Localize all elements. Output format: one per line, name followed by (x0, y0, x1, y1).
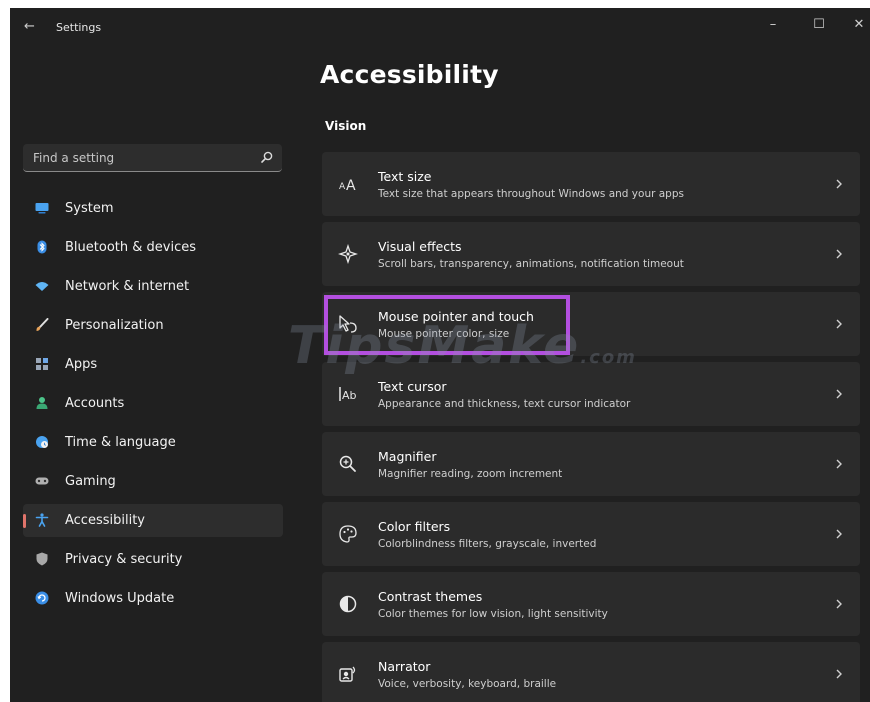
sidebar-item-privacy[interactable]: Privacy & security (23, 543, 283, 576)
palette-icon (339, 525, 357, 543)
close-button[interactable]: ✕ (844, 14, 870, 36)
card-description: Text size that appears throughout Window… (378, 188, 684, 200)
page-title: Accessibility (320, 60, 499, 89)
search-box[interactable] (23, 144, 282, 172)
sidebar-item-label: Network & internet (65, 279, 190, 294)
card-magnifier[interactable]: Magnifier Magnifier reading, zoom increm… (322, 432, 860, 496)
search-icon[interactable] (260, 150, 274, 164)
sidebar-item-gaming[interactable]: Gaming (23, 465, 283, 498)
magnifier-icon (339, 455, 356, 472)
active-indicator (23, 514, 26, 528)
card-description: Color themes for low vision, light sensi… (378, 608, 608, 620)
bluetooth-icon (37, 240, 47, 254)
chevron-right-icon (836, 459, 842, 469)
settings-list: A A Text size Text size that appears thr… (322, 152, 860, 702)
sidebar-item-label: System (65, 201, 114, 216)
monitor-icon (35, 203, 49, 214)
sidebar-item-label: Time & language (65, 435, 176, 450)
gamepad-icon (35, 477, 49, 485)
card-title: Contrast themes (378, 589, 483, 604)
card-text-cursor[interactable]: Ab Text cursor Appearance and thickness,… (322, 362, 860, 426)
contrast-icon (339, 595, 357, 613)
settings-window: ← Settings – ☐ ✕ System Bluetooth & devi… (10, 8, 870, 702)
card-narrator[interactable]: Narrator Voice, verbosity, keyboard, bra… (322, 642, 860, 702)
card-description: Mouse pointer color, size (378, 328, 510, 340)
card-description: Appearance and thickness, text cursor in… (378, 398, 631, 410)
app-title: Settings (56, 21, 102, 34)
sidebar-item-accounts[interactable]: Accounts (23, 387, 283, 420)
title-bar: ← Settings – ☐ ✕ (10, 8, 870, 48)
chevron-right-icon (836, 389, 842, 399)
sidebar-item-personalization[interactable]: Personalization (23, 309, 283, 342)
search-input[interactable] (33, 150, 243, 166)
card-description: Colorblindness filters, grayscale, inver… (378, 538, 597, 550)
card-title: Text cursor (378, 379, 447, 394)
sidebar-nav: System Bluetooth & devices Network & int… (23, 192, 283, 621)
card-description: Voice, verbosity, keyboard, braille (378, 678, 557, 690)
text-size-icon: A A (339, 178, 356, 194)
accessibility-icon (35, 513, 49, 527)
sidebar-item-label: Privacy & security (65, 552, 183, 567)
sidebar-item-label: Bluetooth & devices (65, 240, 196, 255)
sidebar-item-network[interactable]: Network & internet (23, 270, 283, 303)
card-title: Color filters (378, 519, 451, 534)
update-icon (35, 591, 49, 605)
card-text-size[interactable]: A A Text size Text size that appears thr… (322, 152, 860, 216)
shield-icon (36, 552, 48, 566)
card-color-filters[interactable]: Color filters Colorblindness filters, gr… (322, 502, 860, 566)
sidebar-item-label: Windows Update (65, 591, 175, 606)
chevron-right-icon (836, 529, 842, 539)
sidebar-item-time-language[interactable]: Time & language (23, 426, 283, 459)
sidebar-item-windows-update[interactable]: Windows Update (23, 582, 283, 615)
sidebar-item-accessibility[interactable]: Accessibility (23, 504, 283, 537)
sidebar-item-label: Personalization (65, 318, 164, 333)
maximize-button[interactable]: ☐ (804, 14, 834, 36)
card-mouse-pointer-touch[interactable]: Mouse pointer and touch Mouse pointer co… (322, 292, 860, 356)
apps-icon (36, 358, 48, 370)
globe-clock-icon (36, 436, 48, 448)
pointer-touch-icon (339, 315, 357, 333)
card-description: Magnifier reading, zoom increment (378, 468, 563, 480)
wifi-icon (35, 282, 49, 291)
svg-text:A: A (339, 182, 346, 192)
svg-text:A: A (346, 178, 356, 194)
card-title: Magnifier (378, 449, 437, 464)
card-title: Narrator (378, 659, 431, 674)
minimize-button[interactable]: – (758, 14, 788, 36)
back-arrow-icon[interactable]: ← (24, 20, 38, 34)
person-icon (36, 397, 48, 409)
sidebar-item-bluetooth[interactable]: Bluetooth & devices (23, 231, 283, 264)
card-title: Mouse pointer and touch (378, 309, 534, 324)
sidebar-item-label: Apps (65, 357, 98, 372)
sidebar-item-label: Gaming (65, 474, 116, 489)
svg-text:Ab: Ab (342, 389, 357, 402)
card-visual-effects[interactable]: Visual effects Scroll bars, transparency… (322, 222, 860, 286)
card-title: Text size (378, 169, 432, 184)
text-cursor-icon: Ab (339, 387, 357, 402)
section-label: Vision (325, 119, 367, 133)
sidebar-item-label: Accounts (65, 396, 125, 411)
narrator-icon (339, 666, 356, 682)
sparkle-icon (338, 244, 358, 264)
chevron-right-icon (836, 319, 842, 329)
chevron-right-icon (836, 599, 842, 609)
sidebar-item-label: Accessibility (65, 513, 145, 528)
chevron-right-icon (836, 179, 842, 189)
card-title: Visual effects (378, 239, 462, 254)
card-description: Scroll bars, transparency, animations, n… (378, 258, 684, 270)
card-contrast-themes[interactable]: Contrast themes Color themes for low vis… (322, 572, 860, 636)
brush-icon (36, 318, 49, 331)
chevron-right-icon (836, 669, 842, 679)
sidebar-item-system[interactable]: System (23, 192, 283, 225)
chevron-right-icon (836, 249, 842, 259)
sidebar-item-apps[interactable]: Apps (23, 348, 283, 381)
